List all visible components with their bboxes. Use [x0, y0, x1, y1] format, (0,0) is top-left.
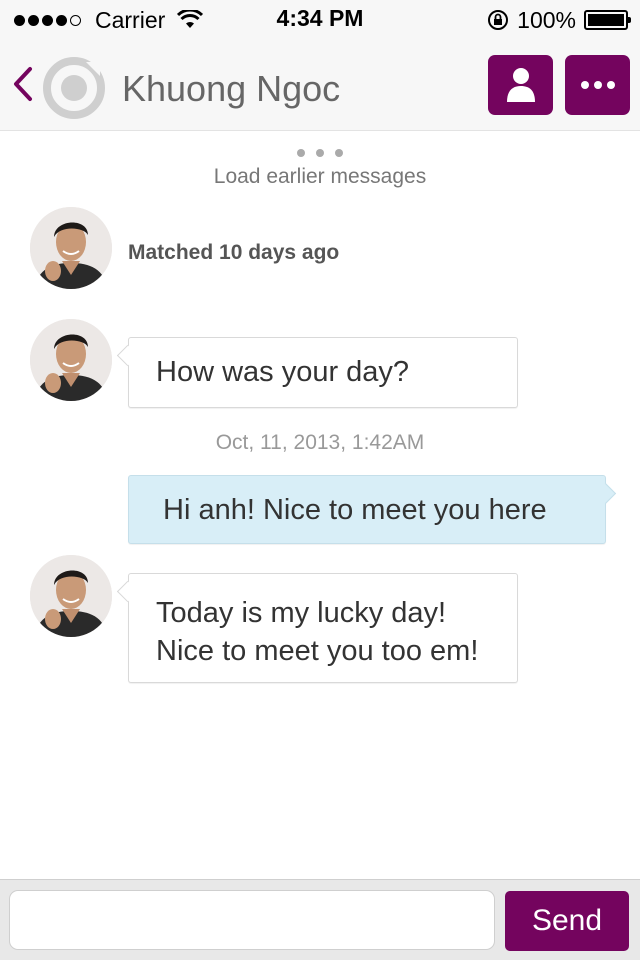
message-bubble-incoming[interactable]: How was your day?: [128, 337, 518, 408]
message-bubble-incoming[interactable]: Today is my lucky day! Nice to meet you …: [128, 573, 518, 683]
message-bubble-outgoing[interactable]: Hi anh! Nice to meet you here: [128, 475, 606, 544]
avatar[interactable]: [30, 319, 112, 401]
orientation-lock-icon: [488, 10, 509, 30]
battery-icon: [584, 10, 631, 30]
conversation-area[interactable]: Load earlier messages Matched 10 days ag…: [0, 131, 640, 879]
message-text: Today is my lucky day!: [156, 597, 447, 629]
matched-label: Matched 10 days ago: [128, 241, 340, 264]
message-text: Hi anh! Nice to meet you here: [163, 494, 547, 526]
person-icon: [506, 68, 535, 102]
chevron-left-icon[interactable]: [8, 64, 38, 104]
load-more-dots: [0, 149, 640, 157]
more-options-button[interactable]: [565, 55, 630, 115]
message-text: How was your day?: [156, 356, 410, 388]
avatar-photo: [30, 207, 112, 289]
conversation-title: Khuong Ngoc: [122, 68, 341, 109]
message-timestamp: Oct, 11, 2013, 1:42AM: [215, 431, 425, 454]
avatar-photo: [30, 555, 112, 637]
load-earlier-link[interactable]: Load earlier messages: [0, 165, 640, 189]
battery-percent: 100%: [517, 6, 576, 33]
avatar[interactable]: [30, 207, 112, 289]
send-button[interactable]: Send: [505, 891, 629, 951]
profile-button[interactable]: [488, 55, 553, 115]
message-composer: Send: [0, 879, 640, 960]
message-input[interactable]: [9, 890, 495, 950]
message-text: Nice to meet you too em!: [156, 635, 479, 667]
app-logo-icon: [43, 57, 105, 119]
ellipsis-icon: [580, 81, 615, 89]
nav-bar: Khuong Ngoc: [0, 40, 640, 131]
status-bar: Carrier 4:34 PM 100%: [0, 0, 640, 40]
avatar[interactable]: [30, 555, 112, 637]
status-right: 100%: [487, 6, 631, 34]
avatar-photo: [30, 319, 112, 401]
